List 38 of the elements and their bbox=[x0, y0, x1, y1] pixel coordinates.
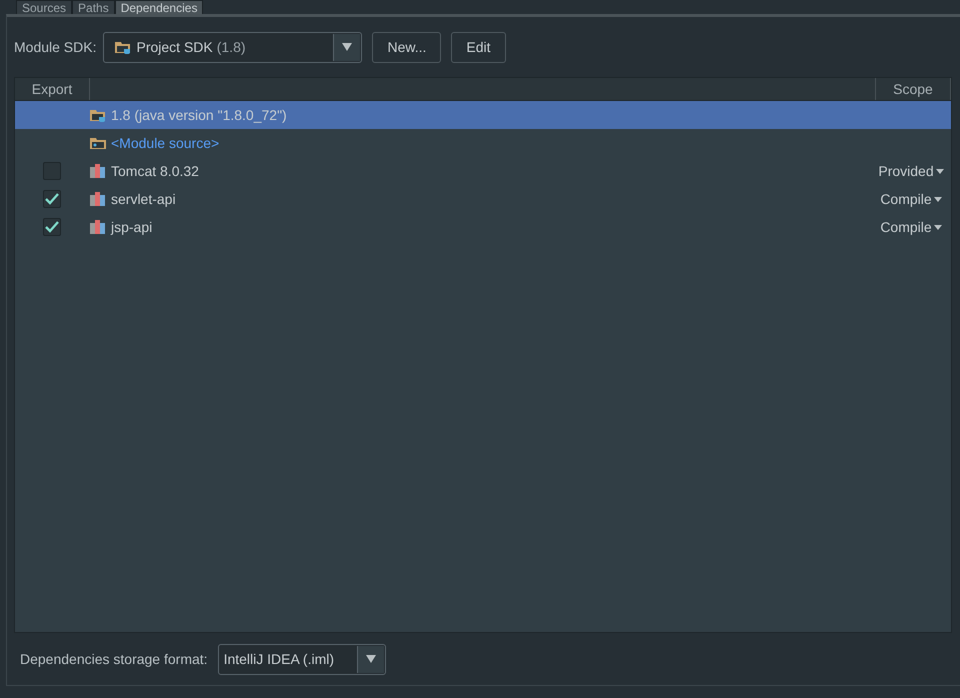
folder-icon bbox=[89, 135, 107, 151]
dependency-row[interactable]: Tomcat 8.0.32 Provided bbox=[15, 157, 951, 185]
dependency-name: jsp-api bbox=[111, 219, 152, 235]
caret-icon bbox=[936, 168, 944, 174]
library-books-icon bbox=[89, 219, 107, 235]
tab[interactable]: Dependencies bbox=[114, 0, 204, 14]
scope-dropdown[interactable]: Provided bbox=[878, 163, 944, 179]
export-checkbox[interactable] bbox=[43, 190, 61, 208]
sdk-name: Project SDK bbox=[136, 39, 213, 55]
scope-dropdown[interactable]: Compile bbox=[880, 219, 942, 235]
sdk-dropdown[interactable]: Project SDK (1.8) bbox=[103, 32, 362, 62]
folder-cup-icon bbox=[114, 39, 132, 55]
caret-icon bbox=[934, 196, 942, 202]
dependency-row[interactable]: <Module source> bbox=[15, 129, 951, 157]
tab[interactable]: Sources bbox=[16, 0, 72, 14]
storage-format-dropdown[interactable]: IntelliJ IDEA (.iml) bbox=[218, 644, 386, 674]
storage-format-label: Dependencies storage format: bbox=[20, 651, 208, 667]
storage-format-value: IntelliJ IDEA (.iml) bbox=[224, 651, 334, 667]
dependency-row[interactable]: jsp-api Compile bbox=[15, 213, 951, 241]
export-checkbox[interactable] bbox=[43, 218, 61, 236]
folder-cup-icon bbox=[89, 107, 107, 123]
sdk-version: (1.8) bbox=[216, 39, 246, 55]
dependency-name: servlet-api bbox=[111, 191, 176, 207]
dependency-row[interactable]: servlet-api Compile bbox=[15, 185, 951, 213]
export-checkbox[interactable] bbox=[43, 162, 61, 180]
dependency-name: Tomcat 8.0.32 bbox=[111, 163, 199, 179]
column-header[interactable]: Export bbox=[15, 78, 90, 100]
library-books-icon bbox=[89, 191, 107, 207]
caret-icon bbox=[934, 224, 942, 230]
dependency-name: <Module source> bbox=[111, 135, 220, 151]
sdk-button[interactable]: New... bbox=[372, 32, 442, 62]
sdk-button[interactable]: Edit bbox=[451, 32, 506, 62]
scope-dropdown[interactable]: Compile bbox=[880, 191, 942, 207]
tab[interactable]: Paths bbox=[72, 0, 115, 14]
library-books-icon bbox=[89, 163, 107, 179]
column-header[interactable]: Scope bbox=[876, 78, 951, 100]
module-sdk-label: Module SDK: bbox=[14, 39, 96, 55]
dependency-name: 1.8 (java version "1.8.0_72") bbox=[111, 107, 287, 123]
